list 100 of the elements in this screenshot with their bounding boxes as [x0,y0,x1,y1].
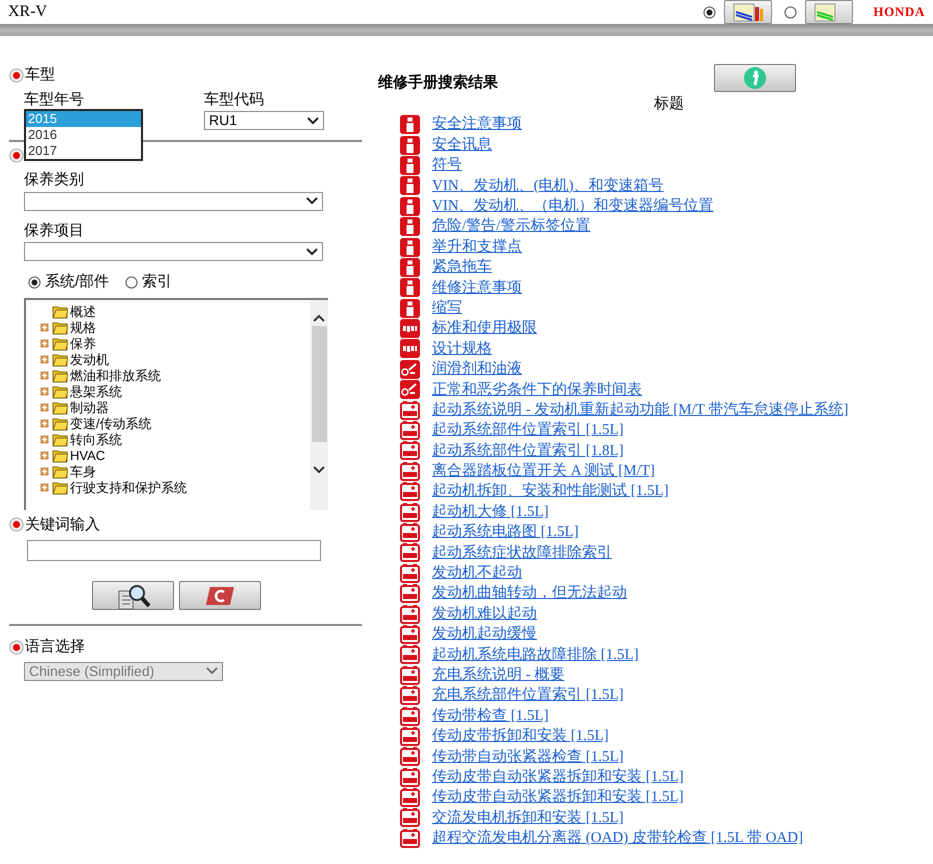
result-link[interactable]: 交流发电机拆卸和安装 [1.5L] [432,806,624,830]
scroll-down-icon[interactable] [313,466,325,474]
radio-button[interactable] [28,276,41,289]
result-link[interactable]: 起动机系统电路故障排除 [1.5L] [432,644,639,666]
result-link[interactable]: VIN、发动机、（电机）和变速器编号位置 [432,195,714,218]
result-link[interactable]: 缩写 [432,296,462,320]
dropdown-field[interactable] [24,242,323,261]
tree-item[interactable]: 车身 [70,464,96,480]
radio-button[interactable] [784,6,798,18]
result-link[interactable]: 起动系统症状故障排除索引 [432,542,612,564]
result-link[interactable]: 润滑剂和油液 [432,358,522,381]
result-link[interactable]: 充电系统说明 - 概要 [432,664,564,686]
result-link[interactable]: 安全注意事项 [432,113,522,136]
result-link[interactable]: 符号 [432,154,462,177]
dropdown-field[interactable]: RU1 [204,111,324,130]
expand-icon[interactable] [40,419,48,428]
keyword-field[interactable] [27,540,321,561]
result-link[interactable]: 维修注意事项 [432,276,522,300]
expand-icon[interactable] [40,403,48,412]
year-option[interactable]: 2015 [26,110,141,126]
folder-icon [52,432,68,447]
tree-item[interactable]: 概述 [70,304,96,320]
tree-item[interactable]: 行驶支持和保护系统 [70,480,187,496]
chevron-icon [307,116,319,124]
result-link[interactable]: 起动系统说明 - 发动机重新起动功能 [M/T 带汽车怠速停止系统] [432,398,848,422]
manual-view-button[interactable] [724,0,772,24]
result-link[interactable]: 传动带自动张紧器检查 [1.5L] [432,746,624,768]
engine-icon [400,421,420,440]
result-link[interactable]: 紧急拖车 [432,256,492,279]
result-link[interactable]: 离合器踏板位置开关 A 测试 [M/T] [432,460,655,483]
window-title: XR-V [8,2,48,22]
result-link[interactable]: 正常和恶劣条件下的保养时间表 [432,378,642,402]
result-link[interactable]: 起动系统部件位置索引 [1.5L] [432,419,624,442]
oil-can-icon [400,360,420,379]
tree-item[interactable]: 制动器 [70,400,109,416]
result-link[interactable]: 发动机难以起动 [432,602,537,626]
tree-item[interactable]: 发动机 [70,352,109,368]
expand-icon[interactable] [40,355,48,364]
result-link[interactable]: 安全讯息 [432,134,492,156]
tree-item[interactable]: 规格 [70,320,96,336]
result-link[interactable]: 起动系统电路图 [1.5L] [432,521,579,544]
result-link[interactable]: 超程交流发电机分离器 (OAD) 皮带轮检查 [1.5L 带 OAD] [432,827,804,850]
result-link[interactable]: 传动皮带自动张紧器拆卸和安装 [1.5L] [432,786,684,809]
tree-item[interactable]: 变速/传动系统 [70,416,152,432]
clear-button[interactable] [179,581,261,610]
engine-icon [400,462,420,481]
brand-logo: HONDA [873,3,925,22]
result-link[interactable]: 设计规格 [432,338,492,360]
result-link[interactable]: 标准和使用极限 [432,317,537,340]
result-link[interactable]: 起动机大修 [1.5L] [432,500,549,524]
expand-icon[interactable] [40,451,48,460]
scroll-up-icon[interactable] [313,314,325,322]
manual-view-button[interactable] [805,0,854,24]
folder-icon [52,448,68,463]
result-link[interactable]: 传动带检查 [1.5L] [432,704,549,728]
radio-icon[interactable] [9,640,24,655]
expand-icon[interactable] [40,339,48,348]
result-link[interactable]: 危险/警告/警示标签位置 [432,215,590,238]
info-button[interactable] [714,64,796,92]
folder-icon [52,416,68,431]
radio-button[interactable] [125,276,138,289]
engine-icon [400,482,420,502]
radio-icon[interactable] [9,148,24,162]
info-icon [400,298,420,318]
result-link[interactable]: 传动皮带拆卸和安装 [1.5L] [432,725,609,748]
dropdown-field[interactable] [24,192,323,210]
engine-icon [400,828,420,848]
expand-icon[interactable] [40,467,48,476]
radio-icon[interactable] [9,517,24,532]
tree-item[interactable]: 悬架系统 [70,384,122,400]
engine-icon [400,706,420,726]
folder-icon [52,368,68,383]
result-link[interactable]: 举升和支撑点 [432,236,522,258]
result-link[interactable]: VIN、发动机、(电机)、和变速箱号 [432,174,664,198]
result-link[interactable]: 发动机曲轴转动，但无法起动 [432,582,627,605]
result-link[interactable]: 充电系统部件位置索引 [1.5L] [432,684,624,707]
expand-icon[interactable] [40,435,48,444]
year-listbox[interactable]: 2015 2016 2017 [24,108,143,160]
info-icon [400,278,420,298]
tree-item[interactable]: 转向系统 [70,432,122,448]
tree-item[interactable]: 燃油和排放系统 [70,368,161,384]
expand-icon[interactable] [40,371,48,380]
expand-icon[interactable] [40,387,48,396]
expand-icon[interactable] [40,483,48,492]
engine-icon [400,624,420,644]
tree-item[interactable]: 保养 [70,336,96,352]
tree-item[interactable]: HVAC [70,448,106,464]
result-link[interactable]: 起动系统部件位置索引 [1.8L] [432,440,624,462]
radio-icon[interactable] [9,68,24,83]
year-option[interactable]: 2017 [26,142,141,158]
expand-icon[interactable] [40,323,48,332]
result-link[interactable]: 传动皮带自动张紧器拆卸和安装 [1.5L] [432,766,684,788]
year-option[interactable]: 2016 [26,126,141,142]
radio-button[interactable] [703,6,716,18]
result-link[interactable]: 发动机不起动 [432,562,522,585]
scrollbar[interactable] [310,300,328,510]
folder-icon [52,352,68,367]
result-link[interactable]: 起动机拆卸、安装和性能测试 [1.5L] [432,480,669,503]
result-link[interactable]: 发动机起动缓慢 [432,623,537,646]
search-button[interactable] [92,581,174,610]
